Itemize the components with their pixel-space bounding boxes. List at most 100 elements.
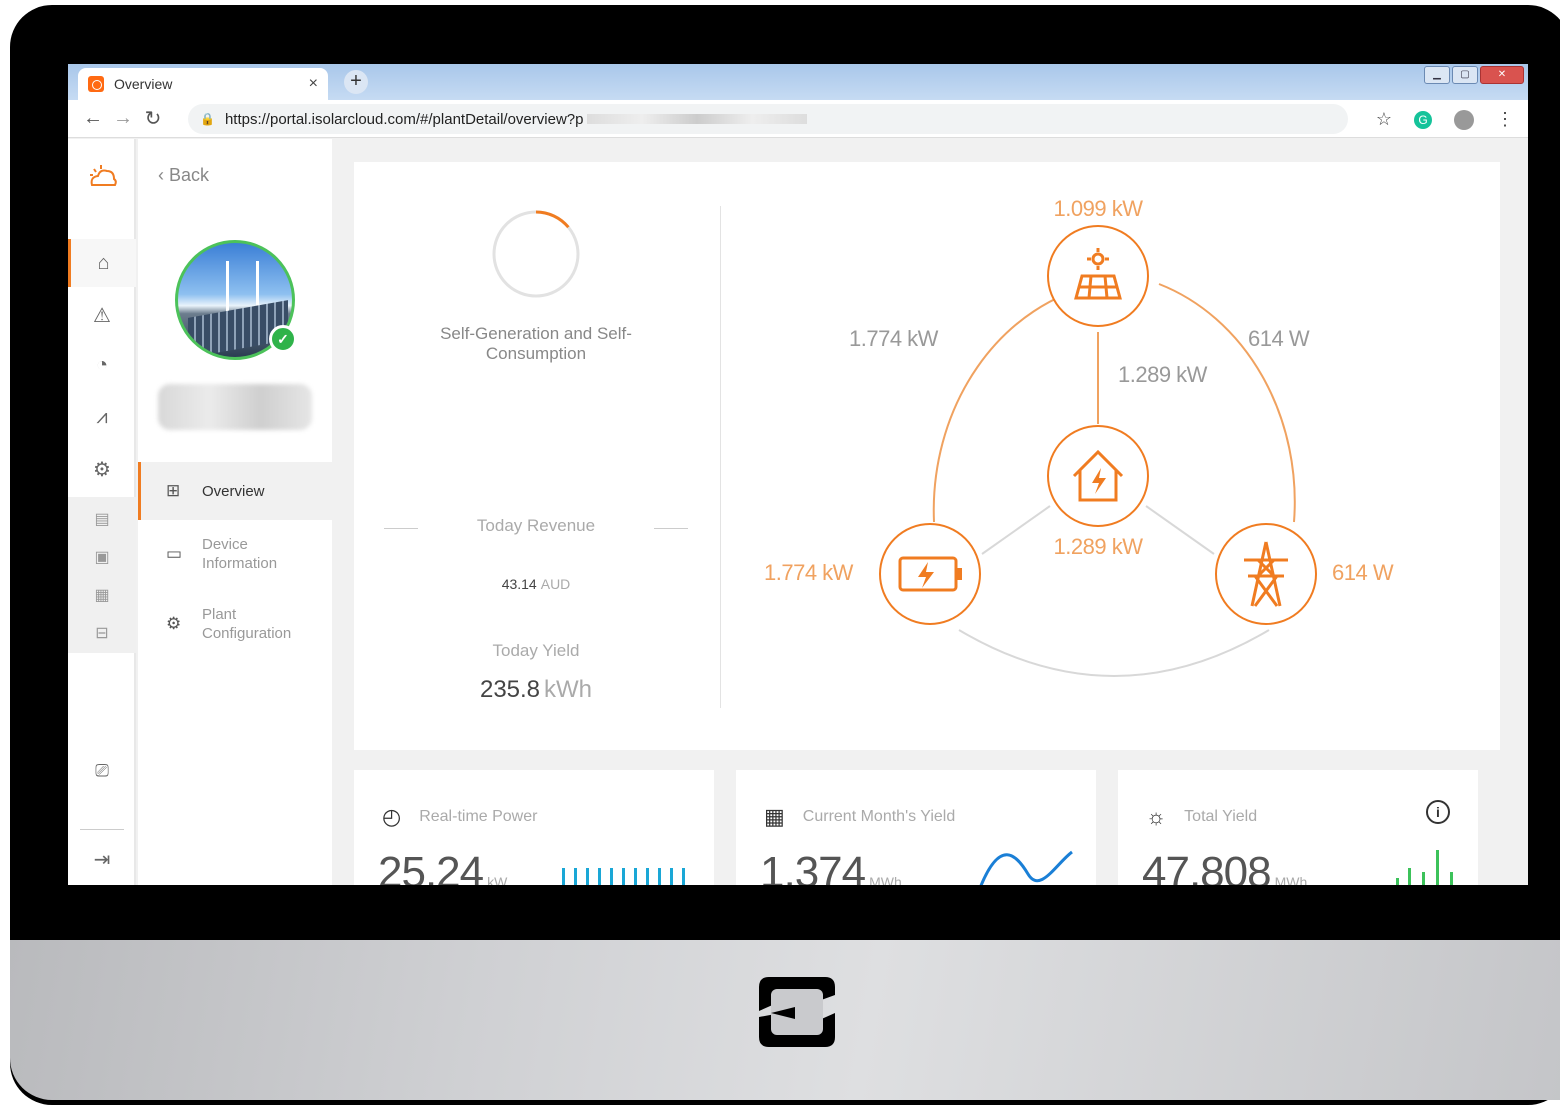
- new-tab-button[interactable]: +: [344, 70, 368, 94]
- profile-avatar-icon[interactable]: [1454, 109, 1474, 130]
- nav-device-information-label: Device Information: [202, 536, 278, 572]
- power-bar: [682, 868, 685, 885]
- realtime-power-label: Real-time Power: [419, 808, 538, 825]
- load-power-label: 1.289 kW: [1053, 534, 1143, 559]
- battery-icon[interactable]: [878, 522, 982, 626]
- grammarly-icon[interactable]: G: [1414, 110, 1432, 129]
- info-icon[interactable]: i: [1426, 800, 1450, 824]
- close-window-icon[interactable]: ✕: [1480, 66, 1524, 84]
- rail-settings-icon[interactable]: ⚙: [68, 445, 136, 493]
- lock-icon: 🔒: [200, 112, 215, 126]
- month-yield-number: 1,374: [760, 848, 866, 885]
- month-yield-unit: MWh: [869, 874, 902, 885]
- card-divider: [720, 206, 721, 708]
- today-yield-unit: kWh: [544, 676, 593, 703]
- today-revenue-value: 43.14 AUD: [384, 576, 688, 592]
- folder-icon: ▭: [166, 544, 183, 563]
- power-bar: [658, 868, 661, 885]
- today-yield-label: Today Yield: [492, 641, 580, 660]
- close-tab-icon[interactable]: ×: [309, 75, 318, 93]
- favicon-icon: [88, 76, 104, 92]
- calendar-icon: ▦: [764, 804, 785, 829]
- nav-plant-configuration-label: Plant Configuration: [202, 606, 292, 642]
- browser-tab[interactable]: Overview ×: [78, 68, 328, 100]
- reload-icon[interactable]: ↻: [138, 106, 168, 131]
- nav-device-information[interactable]: ▭ Device Information: [138, 525, 332, 583]
- nav-plant-configuration[interactable]: ⚙ Plant Configuration: [138, 595, 332, 653]
- self-gen-label: Self-Generation and Self-Consumption: [440, 324, 632, 363]
- tab-title: Overview: [114, 76, 173, 92]
- rail-clock-icon[interactable]: ◔: [68, 341, 136, 389]
- month-yield-card: ▦ Current Month's Yield 1,374 MWh: [736, 770, 1096, 885]
- month-yield-value: 1,374 MWh: [760, 848, 902, 885]
- grid-power-label: 614 W: [1332, 560, 1394, 585]
- today-yield-number: 235.8: [479, 676, 541, 703]
- nav-overview-label: Overview: [202, 482, 265, 500]
- battery-power-label: 1.774 kW: [764, 560, 853, 585]
- url-field[interactable]: 🔒 https://portal.isolarcloud.com/#/plant…: [188, 104, 1348, 134]
- pv-to-grid-label: 614 W: [1248, 326, 1310, 351]
- gauge-icon: ◴: [382, 804, 402, 829]
- realtime-power-value: 25.24 kW: [378, 848, 507, 885]
- icon-rail: ⌂ ⚠ ◔ ⩘ ⚙ ▤ ▣ ▦ ⊟ ⎚ ⇥: [68, 139, 136, 885]
- rail-divider: [80, 829, 124, 830]
- back-arrow-icon[interactable]: ←: [78, 107, 108, 130]
- power-bar: [610, 868, 613, 885]
- pv-to-load-label: 1.289 kW: [1118, 362, 1207, 387]
- month-yield-header: ▦ Current Month's Yield: [764, 804, 955, 830]
- rail-chart-icon[interactable]: ⩘: [68, 393, 136, 441]
- overview-card: Self-Generation and Self-Consumption Tod…: [354, 162, 1500, 750]
- month-yield-sparkline: [979, 850, 1073, 885]
- today-revenue-unit: AUD: [540, 576, 571, 592]
- brand-logo: [759, 977, 835, 1047]
- rail-home-icon[interactable]: ⌂: [68, 239, 136, 287]
- power-bar: [574, 868, 577, 885]
- rail-topology-icon[interactable]: ⊟: [68, 609, 136, 657]
- today-yield-value: 235.8 kWh: [384, 676, 688, 704]
- today-revenue-label: Today Revenue: [384, 516, 688, 536]
- back-label: Back: [169, 165, 210, 185]
- address-bar: ← → ↻ 🔒 https://portal.isolarcloud.com/#…: [68, 100, 1528, 138]
- browser-tab-bar: Overview × + ▁ ▢ ✕: [68, 64, 1528, 100]
- power-bar: [646, 868, 649, 885]
- home-load-icon[interactable]: [1046, 424, 1150, 528]
- rail-logout-icon[interactable]: ⇥: [68, 835, 136, 883]
- power-bar: [670, 868, 673, 885]
- power-bar: [586, 868, 589, 885]
- realtime-power-sparkline: [562, 868, 685, 885]
- back-link[interactable]: ‹ Back: [158, 165, 209, 186]
- forward-arrow-icon[interactable]: →: [108, 107, 138, 130]
- power-bar: [598, 868, 601, 885]
- total-yield-value: 47,808 MWh: [1142, 848, 1307, 885]
- rail-remote-icon[interactable]: ⎚: [68, 747, 136, 795]
- solar-panel-icon[interactable]: [1046, 224, 1150, 328]
- energy-flow-diagram: 1.099 kW 1.774 kW 614 W 1.289 kW 1.289 k…: [734, 162, 1500, 750]
- total-yield-label: Total Yield: [1184, 808, 1258, 825]
- chevron-left-icon: ‹: [158, 165, 169, 185]
- pv-to-battery-label: 1.774 kW: [849, 326, 938, 351]
- minimize-icon[interactable]: ▁: [1424, 66, 1450, 84]
- maximize-icon[interactable]: ▢: [1452, 66, 1478, 84]
- pv-power-label: 1.099 kW: [1053, 196, 1143, 221]
- self-gen-progress-ring: [492, 210, 580, 298]
- grid-tower-icon[interactable]: [1214, 522, 1318, 626]
- nav-overview[interactable]: ⊞ Overview: [138, 462, 332, 520]
- url-text: https://portal.isolarcloud.com/#/plantDe…: [224, 110, 584, 128]
- total-yield-header: ☼ Total Yield: [1146, 804, 1257, 830]
- url-redacted: [587, 114, 808, 124]
- today-revenue-number: 43.14: [501, 576, 537, 592]
- plant-name-redacted: [158, 384, 312, 430]
- realtime-power-number: 25.24: [378, 848, 484, 885]
- total-yield-unit: MWh: [1274, 874, 1308, 885]
- month-yield-label: Current Month's Yield: [802, 808, 956, 825]
- window-controls: ▁ ▢ ✕: [1424, 66, 1524, 84]
- power-bar: [622, 868, 625, 885]
- realtime-power-card: ◴ Real-time Power 25.24 kW: [354, 770, 714, 885]
- settings-icon: ⚙: [166, 614, 182, 633]
- bookmark-star-icon[interactable]: ☆: [1376, 109, 1392, 130]
- realtime-power-header: ◴ Real-time Power: [382, 804, 537, 830]
- rail-alarm-icon[interactable]: ⚠: [68, 291, 136, 339]
- total-yield-card: ☼ Total Yield i 47,808 MWh: [1118, 770, 1478, 885]
- realtime-power-unit: kW: [487, 874, 508, 885]
- menu-dots-icon[interactable]: ⋮: [1496, 109, 1514, 130]
